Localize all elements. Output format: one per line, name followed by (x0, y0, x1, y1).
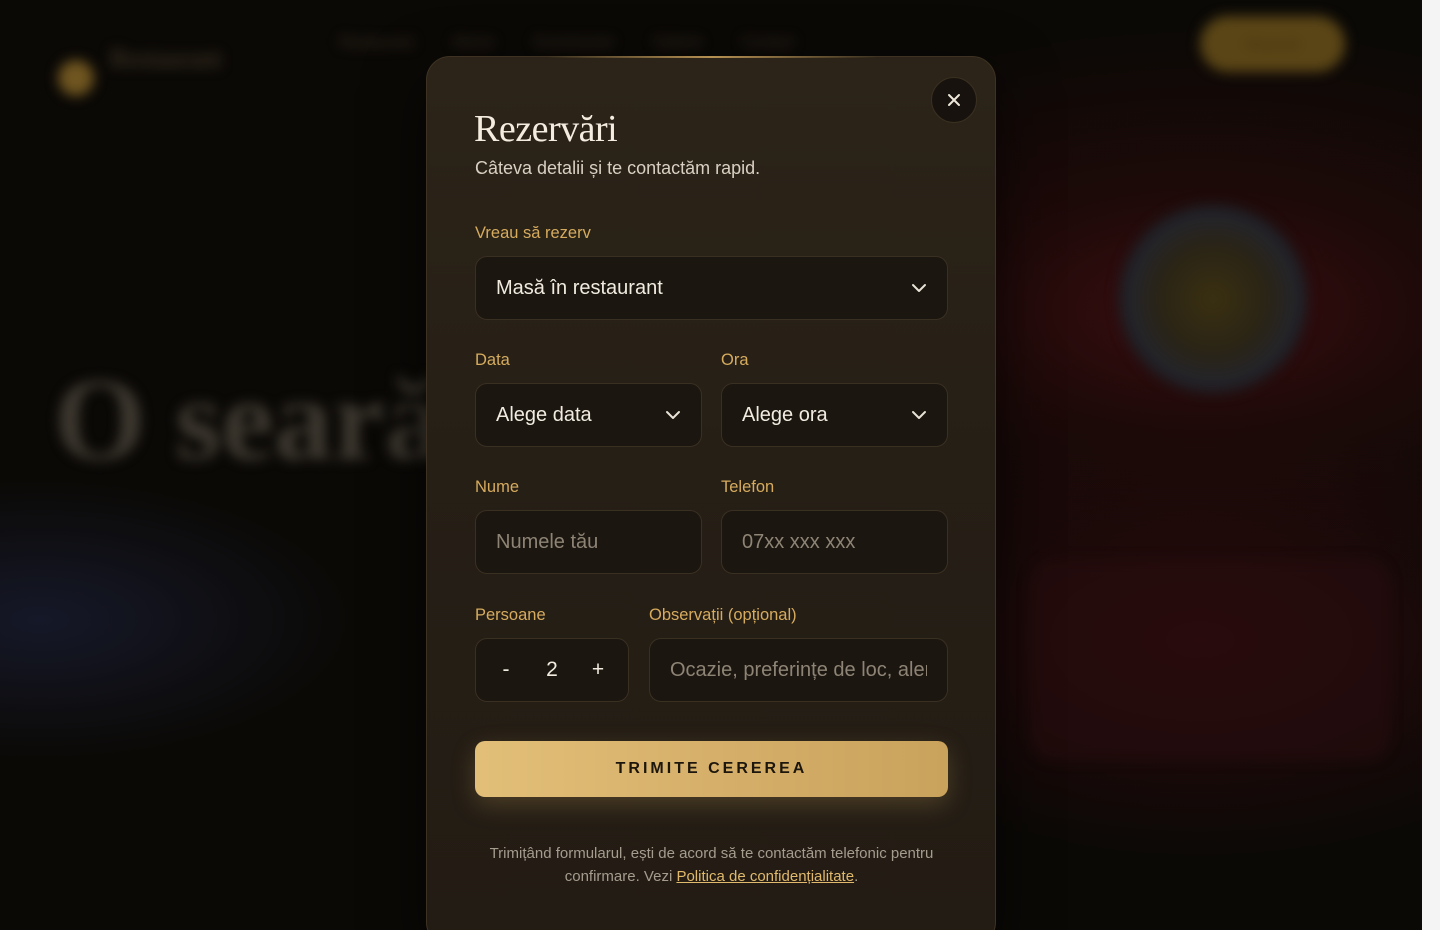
bg-nav-item: Evenimente (534, 34, 614, 51)
modal-accent-line (547, 56, 877, 58)
legal-end: . (854, 868, 859, 885)
scrollbar-track[interactable] (1422, 0, 1440, 930)
decrement-button[interactable]: - (494, 658, 518, 682)
notes-input[interactable]: Ocazie, preferințe de loc, alergii... (649, 638, 948, 702)
phone-input[interactable]: 07xx xxx xxx (721, 510, 948, 574)
reserve-type-value: Masă în restaurant (496, 276, 663, 299)
chevron-down-icon (666, 411, 680, 419)
chevron-down-icon (912, 411, 926, 419)
date-value: Alege data (496, 403, 592, 426)
bg-logo-text: Restaurant (110, 44, 222, 73)
legal-notice: Trimițând formularul, ești de acord să t… (475, 842, 948, 888)
privacy-policy-link[interactable]: Politica de confidențialitate (676, 868, 854, 885)
bg-plate-image (1118, 204, 1308, 394)
persons-value: 2 (546, 658, 558, 681)
reserve-type-select[interactable]: Masă în restaurant (475, 256, 948, 320)
persons-label: Persoane (475, 606, 546, 624)
notes-label: Observații (opțional) (649, 606, 797, 624)
date-label: Data (475, 351, 510, 369)
name-placeholder: Numele tău (496, 530, 599, 553)
reservation-modal: Rezervări Câteva detalii și te contactăm… (426, 56, 996, 930)
bg-nav: Restaurant Meniu Evenimente Galerie Cont… (340, 34, 794, 51)
submit-button[interactable]: TRIMITE CEREREA (475, 741, 948, 797)
name-label: Nume (475, 478, 520, 496)
time-label: Ora (721, 351, 749, 369)
date-select[interactable]: Alege data (475, 383, 702, 447)
name-input[interactable]: Numele tău (475, 510, 702, 574)
bg-hero-title: O seară (54, 354, 444, 485)
chevron-down-icon (912, 284, 926, 292)
bg-nav-item: Galerie (653, 34, 702, 51)
bg-cta-button: Rezervă (1200, 16, 1345, 72)
phone-label: Telefon (721, 478, 775, 496)
bg-nav-item: Meniu (453, 34, 495, 51)
reserve-type-label: Vreau să rezerv (475, 224, 591, 242)
phone-placeholder: 07xx xxx xxx (742, 530, 856, 553)
bg-nav-item: Restaurant (340, 34, 414, 51)
bg-card (1030, 560, 1390, 760)
bg-nav-item: Contact (741, 34, 794, 51)
time-value: Alege ora (742, 403, 828, 426)
close-button[interactable] (931, 77, 977, 123)
bg-logo-icon (58, 60, 94, 96)
modal-title: Rezervări (474, 108, 618, 150)
increment-button[interactable]: + (586, 658, 610, 682)
time-select[interactable]: Alege ora (721, 383, 948, 447)
close-icon (948, 94, 960, 106)
modal-subtitle: Câteva detalii și te contactăm rapid. (475, 158, 761, 178)
persons-stepper: - 2 + (475, 638, 629, 702)
notes-placeholder: Ocazie, preferințe de loc, alergii... (670, 658, 927, 681)
